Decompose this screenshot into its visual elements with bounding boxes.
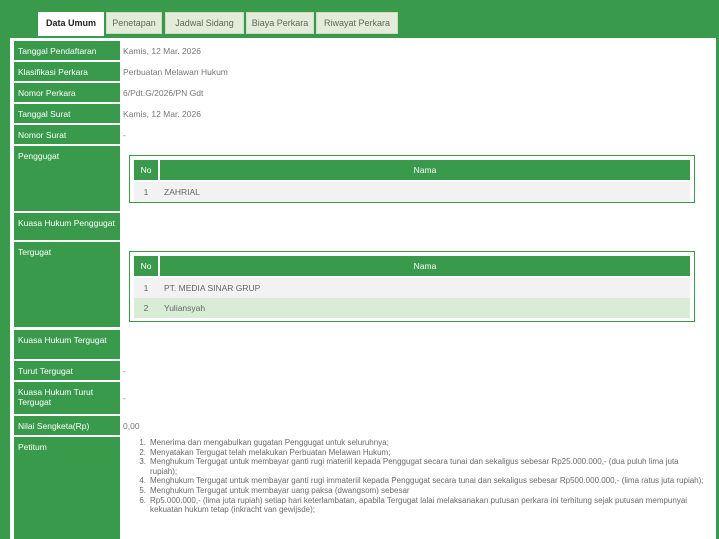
cell-no: 2 — [143, 303, 149, 313]
list-item: 6. Rp5.000.000,- (lima juta rupiah) setia… — [139, 495, 688, 515]
cell-no: 1 — [143, 283, 149, 293]
column-header-no: No — [134, 256, 158, 276]
petitum-list: 1. Menerima dan mengabulkan gugatan Pengg… — [130, 438, 706, 515]
row-turut-tergugat: Turut Tergugat - — [10, 361, 716, 381]
cell-nama: Yuliansyah — [164, 303, 206, 313]
table-header: No Nama — [134, 256, 690, 276]
row-nomor-surat: Nomor Surat - — [10, 125, 716, 145]
field-value: - — [123, 366, 126, 376]
row-klasifikasi-perkara: Klasifikasi Perkara Perbuatan Melawan Hu… — [10, 62, 716, 82]
list-item: 3. Menghukum Tergugat untuk membayar gant… — [139, 457, 679, 476]
table-header: No Nama — [134, 160, 690, 180]
cell-nama: PT. MEDIA SINAR GRUP — [164, 283, 261, 293]
field-value: 6/Pdt.G/2026/PN Gdt — [123, 88, 204, 98]
field-label: Nilai Sengketa(Rp) — [14, 416, 120, 435]
tab-penetapan[interactable]: Penetapan — [106, 12, 162, 34]
app-frame: Data Umum Penetapan Jadwal Sidang Biaya … — [0, 0, 719, 539]
tab-biaya-perkara[interactable]: Biaya Perkara — [246, 12, 314, 34]
row-nilai-sengketa: Nilai Sengketa(Rp) 0,00 — [10, 416, 716, 436]
tab-jadwal-sidang[interactable]: Jadwal Sidang — [165, 12, 244, 34]
list-item: 5. Menghukum Tergugat untuk membayar uang… — [139, 485, 410, 495]
table-row: 2 Yuliansyah — [134, 298, 690, 318]
field-value: - — [123, 393, 126, 403]
field-label: Tanggal Surat — [14, 104, 120, 123]
row-kuasa-penggugat: Kuasa Hukum Penggugat — [10, 213, 716, 241]
list-item: 2. Menyatakan Tergugat telah melakukan Pe… — [139, 447, 391, 457]
field-label: Turut Tergugat — [14, 361, 120, 380]
field-label: Tergugat — [14, 242, 120, 327]
field-label: Kuasa Hukum Penggugat — [14, 213, 120, 240]
field-label: Petitum — [14, 437, 120, 539]
field-label: Nomor Perkara — [14, 83, 120, 102]
tab-riwayat-perkara[interactable]: Riwayat Perkara — [316, 12, 398, 34]
row-petitum: Petitum 1. Menerima dan mengabulkan gugat… — [10, 437, 716, 539]
field-label: Tanggal Pendaftaran — [14, 41, 120, 60]
field-label: Kuasa Hukum Turut Tergugat — [14, 382, 120, 414]
cell-no: 1 — [143, 187, 149, 197]
list-item: 1. Menerima dan mengabulkan gugatan Pengg… — [139, 438, 389, 447]
list-item: 4. Menghukum Tergugat untuk membayar gant… — [139, 476, 704, 486]
field-value: - — [123, 130, 126, 140]
tab-bar: Data Umum Penetapan Jadwal Sidang Biaya … — [0, 0, 719, 38]
cell-nama: ZAHRIAL — [164, 187, 200, 197]
field-value: Kamis, 12 Mar. 2026 — [123, 46, 201, 56]
field-label: Kuasa Hukum Tergugat — [14, 330, 120, 359]
row-nomor-perkara: Nomor Perkara 6/Pdt.G/2026/PN Gdt — [10, 83, 716, 103]
table-row: 1 ZAHRIAL — [134, 182, 690, 202]
row-tanggal-pendaftaran: Tanggal Pendaftaran Kamis, 12 Mar. 2026 — [10, 41, 716, 61]
tab-data-umum[interactable]: Data Umum — [38, 12, 104, 36]
row-tergugat: Tergugat No Nama 1 PT. MEDIA SINAR GRUP … — [10, 242, 716, 328]
field-label: Penggugat — [14, 146, 120, 211]
field-label: Nomor Surat — [14, 125, 120, 144]
column-header-no: No — [134, 160, 158, 180]
field-value: Kamis, 12 Mar. 2026 — [123, 109, 201, 119]
table-row: 1 PT. MEDIA SINAR GRUP — [134, 278, 690, 298]
field-value: 0,00 — [123, 421, 140, 431]
column-header-nama: Nama — [160, 160, 690, 180]
field-label: Klasifikasi Perkara — [14, 62, 120, 81]
tergugat-table: No Nama 1 PT. MEDIA SINAR GRUP 2 Yulians… — [129, 251, 695, 322]
field-value: Perbuatan Melawan Hukum — [123, 67, 228, 77]
row-kuasa-tergugat: Kuasa Hukum Tergugat — [10, 330, 716, 360]
data-umum-panel: Tanggal Pendaftaran Kamis, 12 Mar. 2026 … — [10, 38, 716, 539]
row-kuasa-turut-tergugat: Kuasa Hukum Turut Tergugat - — [10, 382, 716, 415]
penggugat-table: No Nama 1 ZAHRIAL — [129, 155, 695, 203]
row-penggugat: Penggugat No Nama 1 ZAHRIAL — [10, 146, 716, 212]
column-header-nama: Nama — [160, 256, 690, 276]
row-tanggal-surat: Tanggal Surat Kamis, 12 Mar. 2026 — [10, 104, 716, 124]
